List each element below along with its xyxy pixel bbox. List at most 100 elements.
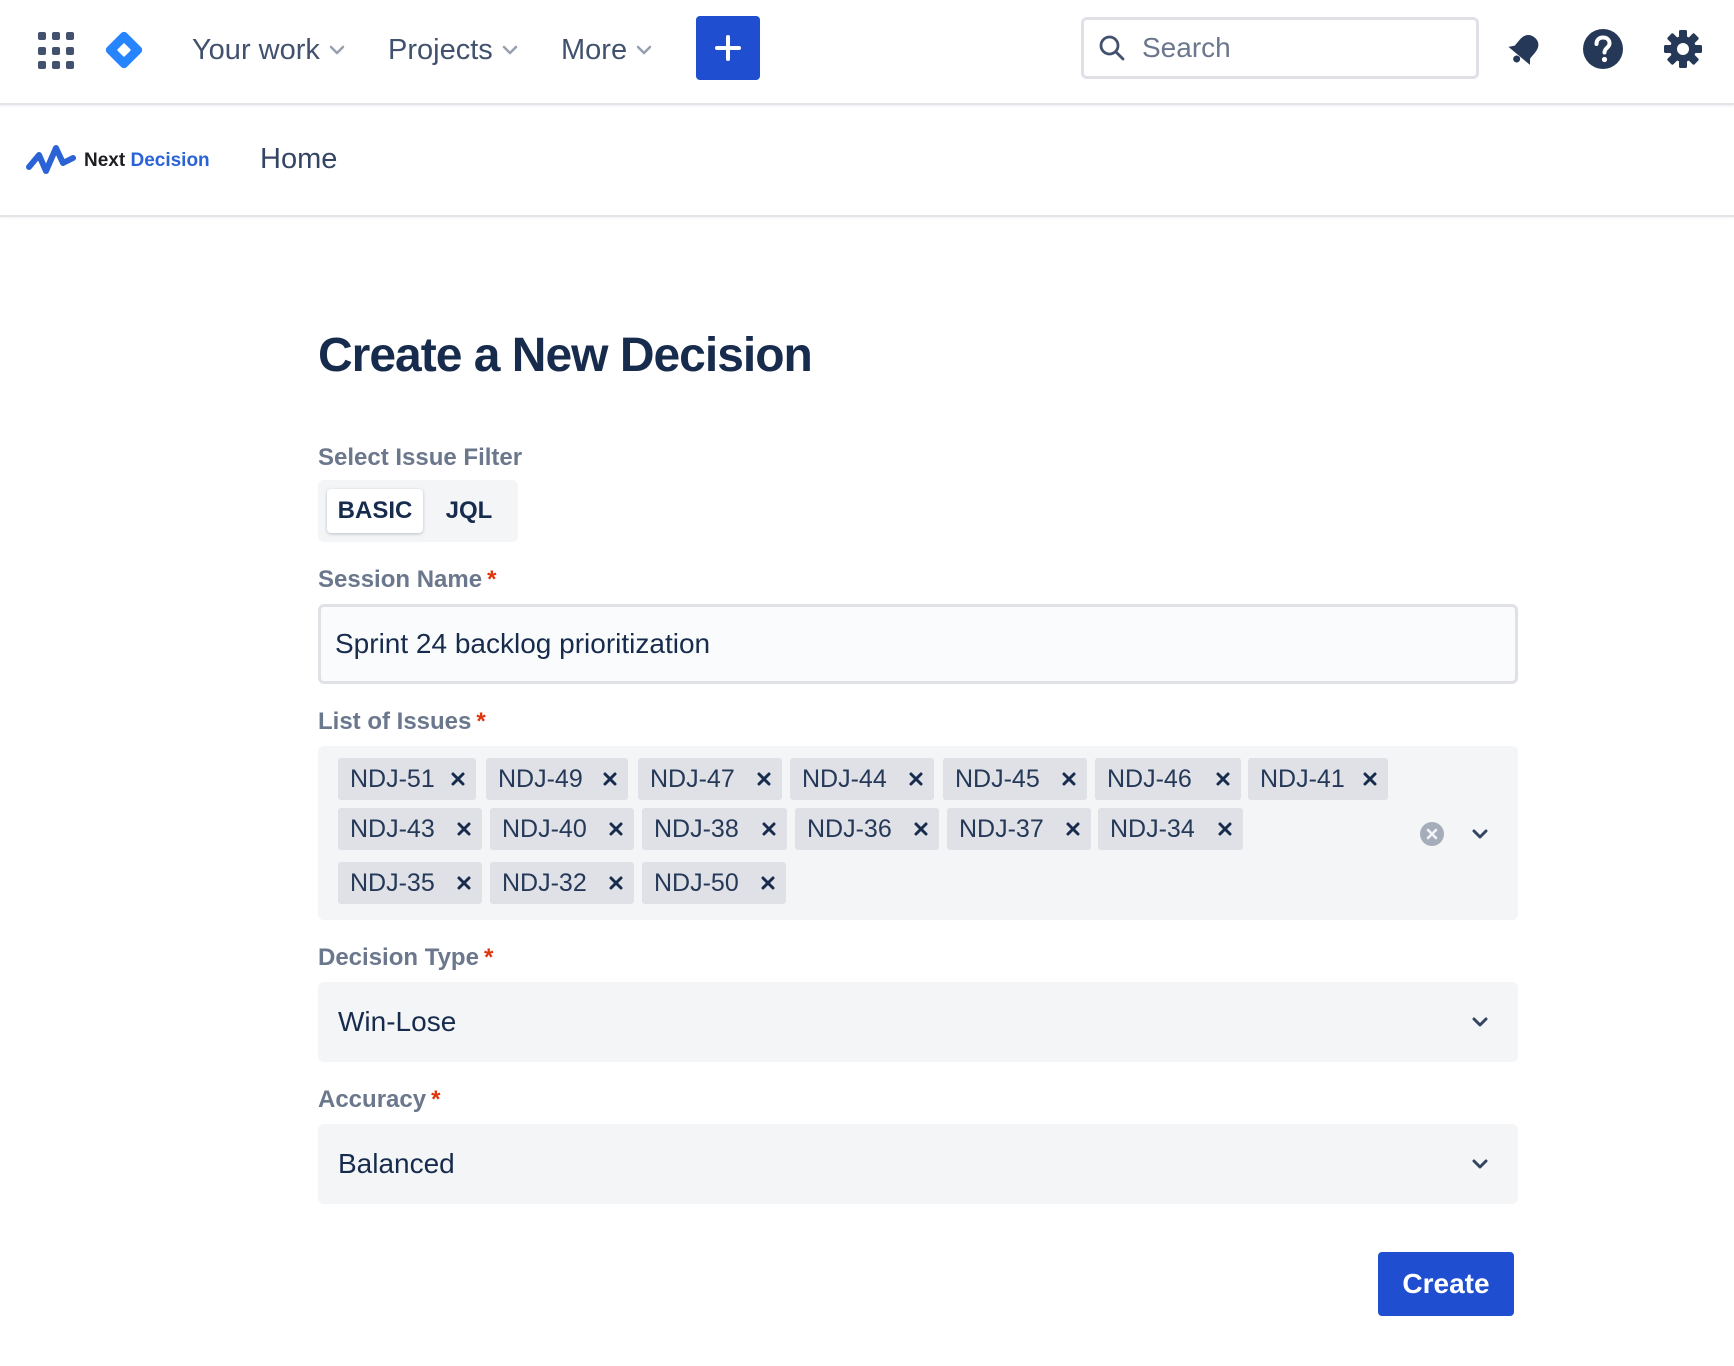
issue-tag-label: NDJ-32 bbox=[502, 868, 587, 897]
issue-filter-toggle: BASIC JQL bbox=[318, 480, 518, 542]
issue-tag-label: NDJ-43 bbox=[350, 814, 435, 843]
home-link[interactable]: Home bbox=[260, 143, 337, 176]
issue-tag: NDJ-51 bbox=[338, 758, 476, 800]
decision-type-label-text: Decision Type bbox=[318, 944, 479, 971]
jira-logo-icon[interactable] bbox=[102, 28, 146, 72]
nav-projects-label: Projects bbox=[388, 33, 493, 66]
close-icon[interactable] bbox=[754, 769, 774, 789]
search-box[interactable] bbox=[1081, 17, 1479, 79]
settings-gear-icon bbox=[1664, 30, 1702, 68]
brand-name-decision: Decision bbox=[130, 150, 210, 171]
nav-your-work[interactable]: Your work bbox=[192, 30, 346, 70]
chevron-down-icon bbox=[329, 45, 345, 55]
close-icon[interactable] bbox=[1215, 819, 1235, 839]
issue-tag: NDJ-40 bbox=[490, 808, 634, 850]
close-icon[interactable] bbox=[1213, 769, 1233, 789]
app-switcher-icon[interactable] bbox=[36, 30, 76, 70]
next-decision-brand[interactable]: Next Decision bbox=[26, 141, 210, 181]
accuracy-value: Balanced bbox=[338, 1148, 455, 1179]
issue-tag-label: NDJ-45 bbox=[955, 764, 1040, 793]
plus-icon bbox=[715, 35, 741, 61]
issue-tag: NDJ-50 bbox=[642, 862, 786, 904]
issue-tag-label: NDJ-38 bbox=[654, 814, 739, 843]
notifications-button[interactable] bbox=[1502, 26, 1548, 72]
issues-label: List of Issues * bbox=[318, 708, 486, 736]
search-icon bbox=[1099, 35, 1125, 61]
search-input[interactable] bbox=[1142, 32, 1462, 64]
create-button[interactable]: Create bbox=[1378, 1252, 1514, 1316]
close-icon[interactable] bbox=[606, 873, 626, 893]
issue-tag-label: NDJ-37 bbox=[959, 814, 1044, 843]
brand-name: Next Decision bbox=[84, 150, 210, 172]
chevron-down-icon bbox=[502, 45, 518, 55]
filter-option-jql[interactable]: JQL bbox=[429, 489, 509, 533]
close-icon[interactable] bbox=[758, 873, 778, 893]
issues-label-text: List of Issues bbox=[318, 708, 472, 735]
nav-projects[interactable]: Projects bbox=[388, 30, 519, 70]
brand-name-next: Next bbox=[84, 150, 126, 171]
chevron-down-icon bbox=[1472, 1017, 1488, 1027]
session-name-label: Session Name * bbox=[318, 566, 496, 594]
nav-your-work-label: Your work bbox=[192, 33, 320, 66]
issue-tag: NDJ-38 bbox=[642, 808, 787, 850]
page-title: Create a New Decision bbox=[318, 329, 813, 382]
issue-tag-label: NDJ-50 bbox=[654, 868, 739, 897]
issue-tag-label: NDJ-49 bbox=[498, 764, 583, 793]
issue-filter-label: Select Issue Filter bbox=[318, 444, 522, 472]
issue-tag-label: NDJ-51 bbox=[350, 764, 435, 793]
close-icon[interactable] bbox=[906, 769, 926, 789]
issue-tag: NDJ-41 bbox=[1248, 758, 1388, 800]
close-icon[interactable] bbox=[454, 873, 474, 893]
create-plus-button[interactable] bbox=[696, 16, 760, 80]
clear-all-icon[interactable] bbox=[1419, 821, 1445, 847]
issue-tag-label: NDJ-35 bbox=[350, 868, 435, 897]
issue-tag: NDJ-47 bbox=[638, 758, 782, 800]
decision-type-label: Decision Type * bbox=[318, 944, 493, 972]
session-name-input[interactable] bbox=[318, 604, 1518, 684]
issue-tag-label: NDJ-47 bbox=[650, 764, 735, 793]
issue-tag: NDJ-44 bbox=[790, 758, 934, 800]
session-name-label-text: Session Name bbox=[318, 566, 483, 593]
notification-bell-icon bbox=[1508, 34, 1539, 65]
issue-tag: NDJ-37 bbox=[947, 808, 1091, 850]
accuracy-label: Accuracy * bbox=[318, 1086, 440, 1114]
decision-type-value: Win-Lose bbox=[338, 1006, 457, 1037]
chevron-down-icon[interactable] bbox=[1468, 822, 1492, 846]
help-icon bbox=[1583, 29, 1623, 69]
close-icon[interactable] bbox=[606, 819, 626, 839]
issue-tag-label: NDJ-34 bbox=[1110, 814, 1195, 843]
issue-tag-label: NDJ-46 bbox=[1107, 764, 1192, 793]
project-header: Next Decision Home bbox=[0, 107, 1734, 217]
close-icon[interactable] bbox=[448, 769, 468, 789]
required-marker: * bbox=[431, 1086, 441, 1113]
issue-tag: NDJ-36 bbox=[795, 808, 939, 850]
accuracy-select[interactable]: Balanced bbox=[318, 1124, 1518, 1204]
top-navigation: Your work Projects More bbox=[0, 0, 1734, 105]
chevron-down-icon bbox=[1472, 1159, 1488, 1169]
nav-more[interactable]: More bbox=[561, 30, 653, 70]
close-icon[interactable] bbox=[1059, 769, 1079, 789]
issue-tag-label: NDJ-36 bbox=[807, 814, 892, 843]
required-marker: * bbox=[483, 944, 494, 971]
issue-tag: NDJ-34 bbox=[1098, 808, 1243, 850]
settings-button[interactable] bbox=[1660, 26, 1706, 72]
issue-tag: NDJ-35 bbox=[338, 862, 482, 904]
required-marker: * bbox=[487, 566, 497, 593]
close-icon[interactable] bbox=[911, 819, 931, 839]
close-icon[interactable] bbox=[1063, 819, 1083, 839]
close-icon[interactable] bbox=[600, 769, 620, 789]
help-button[interactable] bbox=[1580, 26, 1626, 72]
accuracy-label-text: Accuracy bbox=[318, 1086, 427, 1113]
issue-tag: NDJ-32 bbox=[490, 862, 634, 904]
close-icon[interactable] bbox=[454, 819, 474, 839]
decision-type-select[interactable]: Win-Lose bbox=[318, 982, 1518, 1062]
chevron-down-icon bbox=[636, 45, 652, 55]
issues-multiselect[interactable]: NDJ-51 NDJ-49 NDJ-47 NDJ-44 NDJ-45 NDJ-4… bbox=[318, 746, 1518, 920]
issue-tag: NDJ-45 bbox=[943, 758, 1087, 800]
required-marker: * bbox=[476, 708, 486, 735]
filter-option-basic[interactable]: BASIC bbox=[327, 489, 423, 533]
close-icon[interactable] bbox=[1360, 769, 1380, 789]
issue-tag-label: NDJ-44 bbox=[802, 764, 887, 793]
issue-tag-label: NDJ-41 bbox=[1260, 764, 1345, 793]
close-icon[interactable] bbox=[759, 819, 779, 839]
